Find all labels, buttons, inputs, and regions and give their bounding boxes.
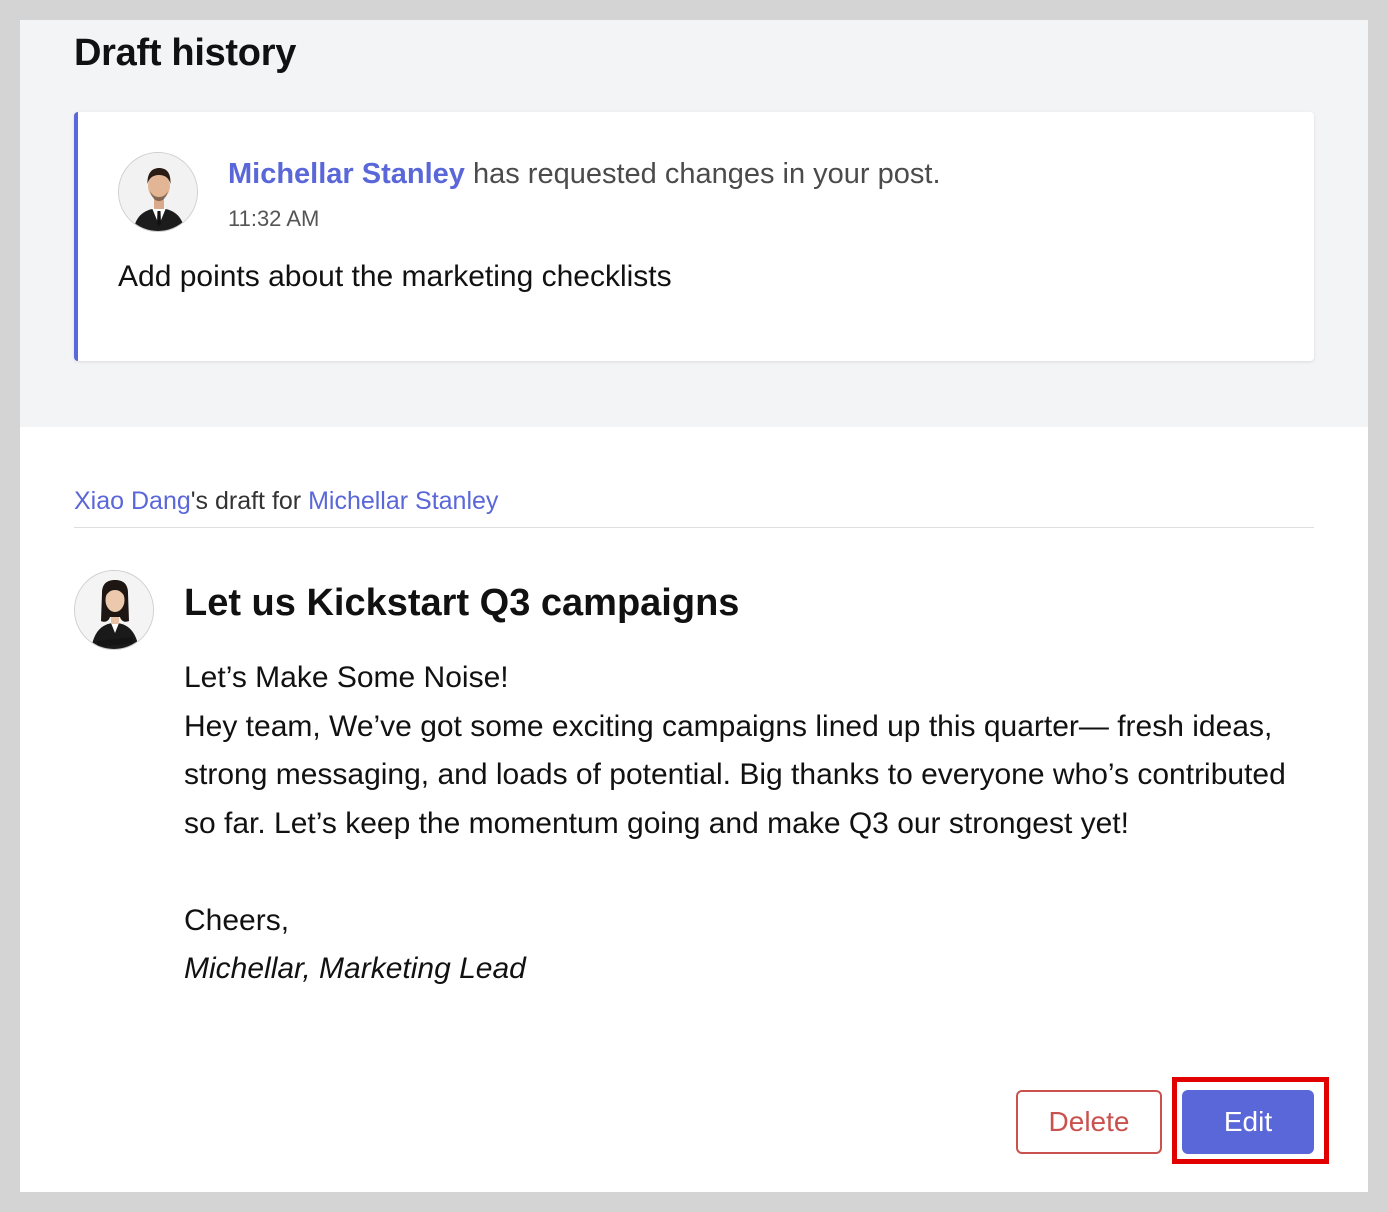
draft-body: Let’s Make Some Noise! Hey team, We’ve g… bbox=[184, 654, 1324, 994]
change-request-comment: Add points about the marketing checklist… bbox=[118, 260, 672, 293]
page-title: Draft history bbox=[74, 32, 297, 74]
change-request-message: Michellar Stanley has requested changes … bbox=[228, 158, 941, 191]
draft-body-closing: Cheers, bbox=[184, 903, 290, 937]
change-request-card: Michellar Stanley has requested changes … bbox=[74, 112, 1314, 361]
edit-button[interactable]: Edit bbox=[1182, 1090, 1314, 1154]
divider bbox=[74, 527, 1314, 528]
draft-for-text: 's draft for bbox=[190, 487, 309, 515]
recipient-name-link[interactable]: Michellar Stanley bbox=[308, 487, 498, 515]
avatar-man-in-suit-icon bbox=[119, 153, 197, 231]
draft-body-spacer bbox=[184, 848, 1324, 897]
change-request-text: has requested changes in your post. bbox=[464, 158, 941, 190]
change-request-time: 11:32 AM bbox=[228, 206, 320, 231]
draft-attribution: Xiao Dang's draft for Michellar Stanley bbox=[74, 487, 498, 516]
avatar-woman-in-blazer-icon bbox=[75, 571, 153, 649]
delete-button[interactable]: Delete bbox=[1016, 1090, 1162, 1154]
draft-history-header-section: Draft history Michellar Stanley has requ… bbox=[20, 20, 1368, 427]
draft-body-paragraph: Hey team, We’ve got some exciting campai… bbox=[184, 709, 1286, 840]
author-name-link[interactable]: Xiao Dang bbox=[74, 487, 191, 515]
draft-history-panel: Draft history Michellar Stanley has requ… bbox=[20, 20, 1368, 1192]
draft-title: Let us Kickstart Q3 campaigns bbox=[184, 582, 740, 624]
reviewer-name-link[interactable]: Michellar Stanley bbox=[228, 158, 465, 190]
author-avatar bbox=[74, 570, 154, 650]
draft-body-signature: Michellar, Marketing Lead bbox=[184, 952, 526, 985]
draft-body-greeting: Let’s Make Some Noise! bbox=[184, 661, 509, 694]
reviewer-avatar bbox=[118, 152, 198, 232]
